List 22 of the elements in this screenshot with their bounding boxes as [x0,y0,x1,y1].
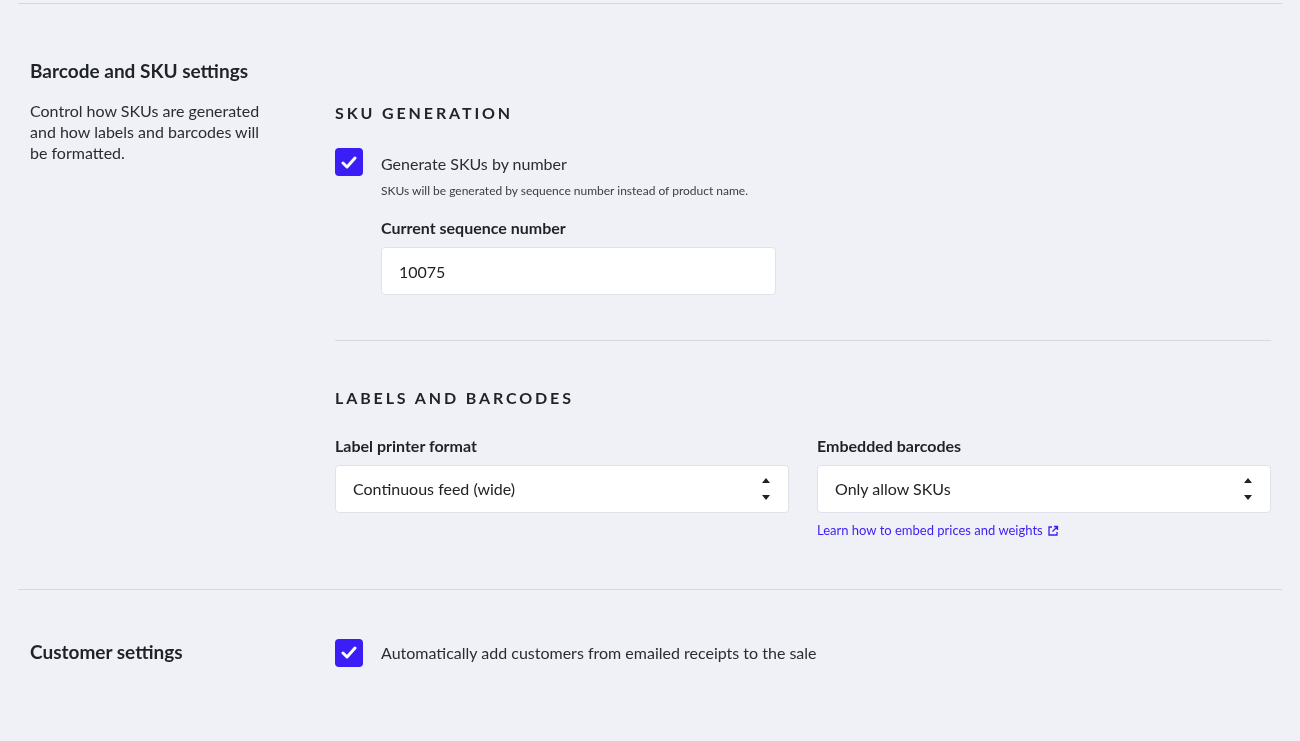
checkbox-label: Generate SKUs by number [381,153,568,175]
checkbox[interactable] [335,148,363,176]
select-field[interactable]: Only allow SKUs [817,465,1271,513]
checkmark-icon [341,646,357,659]
checkbox-label: Automatically add customers from emailed receipts to the sale [381,641,817,664]
section-title: Customer settings [30,639,184,664]
sort-arrows-icon [1243,476,1253,502]
field-label: Current sequence number [381,217,567,239]
checkmark-icon [341,155,357,169]
external-link-icon [1046,524,1059,537]
hint-text: SKUs will be generated by sequence number instead of product name. [381,182,750,199]
group-heading: SKU GENERATION [335,102,515,124]
section-description: Control how SKUs are generated and how labels and barcodes will be formatted. [30,100,261,163]
field-label: Embedded barcodes [817,435,963,457]
section-title: Barcode and SKU settings [30,59,250,83]
help-link[interactable]: Learn how to embed prices and weights [817,521,1059,541]
sort-arrows-icon [761,476,771,502]
select-field[interactable]: Continuous feed (wide) [335,465,789,513]
sequence-number-field[interactable]: 10075 [381,247,776,295]
field-label: Label printer format [335,435,478,457]
group-heading: LABELS AND BARCODES [335,387,575,409]
checkbox[interactable] [335,638,363,667]
